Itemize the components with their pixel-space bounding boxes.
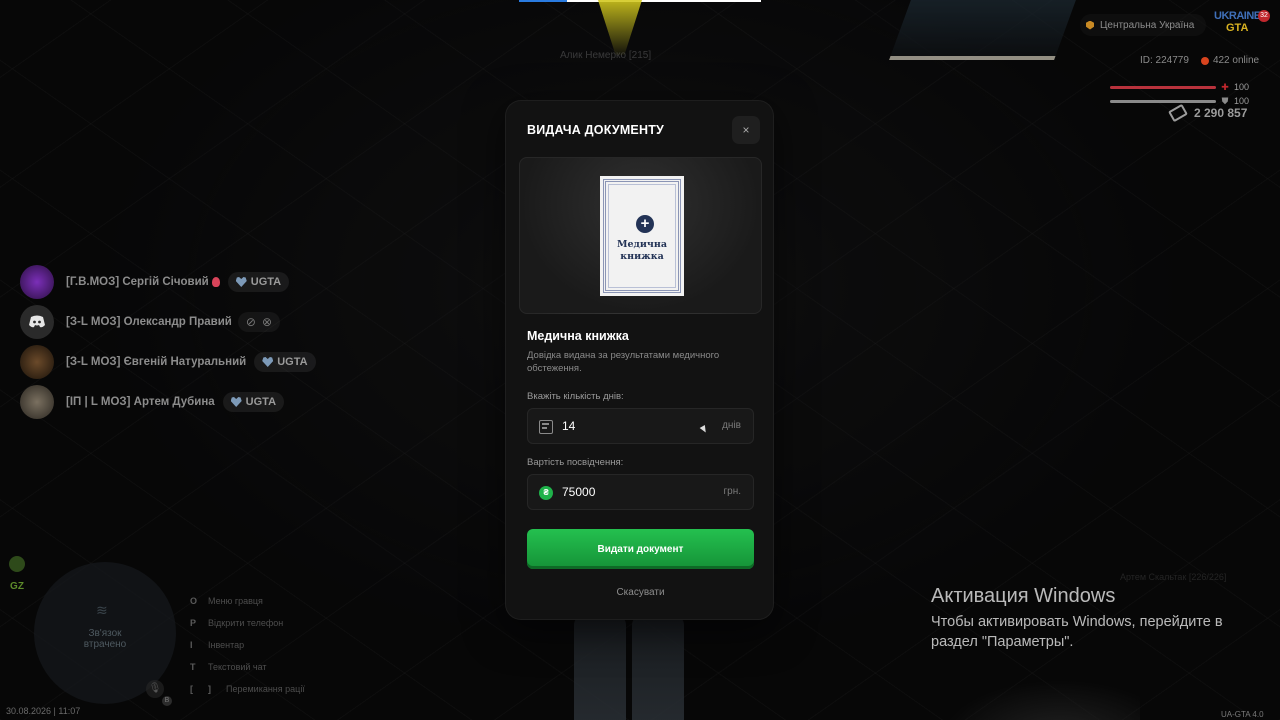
document-description: Довідка видана за результатами медичного… (527, 350, 720, 374)
health-fill (1110, 85, 1216, 89)
hotkey-row: T Текстовий чат (190, 662, 267, 672)
health-bar (1110, 85, 1216, 89)
watermark-title: Активация Windows (931, 585, 1116, 607)
gangzone-label: GZ (10, 581, 24, 592)
cancel-button[interactable]: Скасувати (527, 583, 754, 603)
minimap-status: Зв'язок втрачено (83, 628, 127, 650)
nearby-player-tag: Артем Скальтак [226/226] (1120, 572, 1227, 582)
server-logo: UKRAINE GTA 32 (1214, 10, 1270, 38)
voice-name: [З-L МОЗ] Олександр Правий (66, 316, 232, 328)
document-image: + Медична книжка (600, 176, 684, 296)
hotkey-hints: O Меню гравця P Відкрити телефон I Інвентар… (190, 590, 305, 700)
voice-item: [Г.В.МОЗ] Сергій Січовий UGTA (20, 262, 316, 302)
health-value: 100 (1234, 82, 1250, 92)
hotkey-row: [] Перемикання рації (190, 684, 305, 694)
health-row: ✚ 100 (1110, 80, 1250, 94)
region-icon (1086, 20, 1094, 30)
money-value: 2 290 857 (1194, 106, 1248, 120)
price-unit: грн. (723, 486, 741, 497)
armor-fill (1110, 99, 1216, 103)
world-object (889, 0, 1076, 60)
online-count: 422 online (1200, 55, 1260, 66)
date-time: 30.08.2026 | 11:07 (6, 706, 81, 716)
mic-off-icon: ⊘ (245, 315, 256, 329)
top-progress-fill (519, 0, 568, 2)
rose-icon (211, 276, 220, 287)
armor-value: 100 (1234, 96, 1250, 106)
health-icon: ✚ (1221, 82, 1229, 92)
voice-item: [З-L МОЗ] Олександр Правий ⊘ ⊗ (20, 302, 316, 342)
close-button[interactable]: × (732, 116, 760, 144)
voice-name: [Г.В.МОЗ] Сергій Січовий (66, 270, 220, 294)
discord-avatar (20, 305, 54, 339)
heart-icon (235, 277, 247, 287)
shield-icon: ⛊ (1221, 96, 1229, 106)
mic-key-badge: B (162, 696, 172, 706)
muted-status: ⊘ ⊗ (237, 312, 280, 332)
headphones-off-icon: ⊗ (261, 315, 272, 329)
logo-text-top: UKRAINE (1214, 10, 1261, 22)
gangzone-icon (9, 556, 25, 572)
windows-activation-watermark: Активация Windows Чтобы активировать Win… (931, 585, 1241, 652)
logo-server-badge: 32 (1258, 10, 1270, 22)
voice-tag: UGTA (227, 272, 290, 292)
hotkey-row: P Відкрити телефон (190, 618, 284, 628)
player-character (570, 615, 688, 720)
heart-icon (262, 357, 274, 367)
days-field[interactable]: днів (527, 408, 754, 444)
gangzone-indicator: GZ (8, 556, 26, 594)
region-badge: Центральна Україна (1080, 14, 1207, 36)
price-label: Вартість посвідчення: (527, 457, 624, 468)
no-signal-icon: ≋ (96, 602, 108, 618)
document-name: Медична книжка (527, 329, 629, 343)
world-object (940, 680, 1140, 720)
money-display: 2 290 857 (1168, 103, 1248, 123)
price-field[interactable]: ₴ грн. (527, 474, 754, 510)
voice-item: [ІП | L МОЗ] Артем Дубина UGTA (20, 382, 316, 422)
player-info: ID: 224779 422 online (1140, 55, 1259, 66)
days-label: Вкажіть кількість днів: (527, 391, 624, 402)
price-input[interactable] (562, 475, 712, 509)
heart-icon (230, 397, 242, 407)
watermark-text: Чтобы активировать Windows, перейдите в … (931, 614, 1223, 650)
game-version: UA-GTA 4.0 (1221, 710, 1264, 719)
microphone-icon: 🎙 (146, 680, 164, 698)
voice-item: [З-L МОЗ] Євгеній Натуральний UGTA (20, 342, 316, 382)
issue-document-dialog: ВИДАЧА ДОКУМЕНТУ × + Медична книжка Меди… (505, 100, 774, 620)
voice-tag: UGTA (222, 392, 285, 412)
money-icon (1168, 103, 1188, 123)
player-id: ID: 224779 (1140, 55, 1189, 66)
dialog-title: ВИДАЧА ДОКУМЕНТУ (527, 123, 665, 137)
online-icon (1200, 56, 1209, 65)
hotkey-row: I Інвентар (190, 640, 245, 650)
logo-text-bottom: GTA (1226, 22, 1249, 34)
hryvnia-coin-icon: ₴ (539, 486, 553, 500)
voice-chat-list: [Г.В.МОЗ] Сергій Січовий UGTA [З-L МОЗ] … (20, 262, 316, 422)
purple-demon-avatar (20, 265, 54, 299)
voice-name: [З-L МОЗ] Євгеній Натуральний (66, 356, 247, 368)
discord-icon (29, 315, 45, 328)
character-avatar (20, 345, 54, 379)
issue-document-button[interactable]: Видати документ (527, 529, 754, 569)
nearby-player-tag: Алик Немерко [215] (560, 50, 652, 61)
document-preview: + Медична книжка (519, 157, 762, 314)
days-input[interactable] (562, 409, 712, 443)
armor-bar (1110, 99, 1216, 103)
calendar-icon (539, 420, 553, 434)
cat-avatar (20, 385, 54, 419)
voice-name: [ІП | L МОЗ] Артем Дубина (66, 396, 215, 408)
document-image-title: Медична книжка (616, 239, 667, 262)
hotkey-row: O Меню гравця (190, 596, 263, 606)
online-text: 422 online (1212, 55, 1260, 66)
voice-tag: UGTA (254, 352, 316, 372)
medical-cross-icon: + (636, 215, 654, 233)
days-unit: днів (722, 420, 741, 431)
region-name: Центральна Україна (1100, 19, 1195, 31)
